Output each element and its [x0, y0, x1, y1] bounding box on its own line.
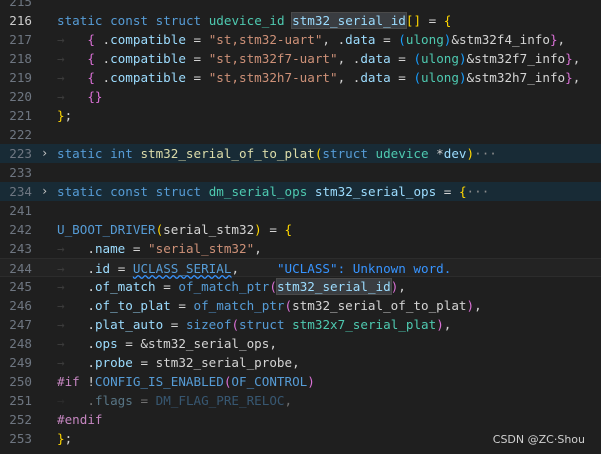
line-number: 251: [9, 393, 32, 408]
line-number: 248: [9, 336, 32, 351]
code-text: → .of_match = of_match_ptr(stm32_serial_…: [57, 278, 406, 295]
line-number: 218: [9, 51, 32, 66]
code-line[interactable]: 250 #if !CONFIG_IS_ENABLED(OF_CONTROL): [0, 372, 601, 391]
code-line[interactable]: 244 → .id = UCLASS_SERIAL, "UCLASS": Unkn…: [0, 258, 601, 277]
code-line[interactable]: 220 → {}: [0, 87, 601, 106]
line-number: 219: [9, 70, 32, 85]
code-text: #endif: [57, 412, 103, 427]
line-number: 253: [9, 431, 32, 446]
code-editor[interactable]: 215 216 static const struct udevice_id stm…: [0, 0, 601, 448]
code-text: static const struct udevice_id stm32_ser…: [57, 12, 452, 29]
code-text: → .flags = DM_FLAG_PRE_RELOC,: [57, 393, 293, 408]
line-number: 215: [9, 0, 32, 9]
line-number: 222: [9, 127, 32, 142]
line-number: 217: [9, 32, 32, 47]
code-text: U_BOOT_DRIVER(serial_stm32) = {: [57, 222, 293, 237]
code-line[interactable]: 222: [0, 125, 601, 144]
code-line[interactable]: 241: [0, 201, 601, 220]
code-line[interactable]: 246 → .of_to_plat = of_match_ptr(stm32_se…: [0, 296, 601, 315]
code-line[interactable]: 218 → { .compatible = "st,stm32f7-uart", …: [0, 49, 601, 68]
fold-chevron-icon[interactable]: ›: [41, 144, 48, 163]
code-line[interactable]: 215: [0, 0, 601, 11]
code-line[interactable]: 251 → .flags = DM_FLAG_PRE_RELOC,: [0, 391, 601, 410]
code-line[interactable]: 245 → .of_match = of_match_ptr(stm32_seri…: [0, 277, 601, 296]
code-text: };: [57, 431, 73, 446]
code-text: };: [57, 108, 73, 123]
code-text: static const struct dm_serial_ops stm32_…: [57, 184, 490, 199]
line-number: 247: [9, 317, 32, 332]
code-line[interactable]: 249 → .probe = stm32_serial_probe,: [0, 353, 601, 372]
line-number: 216: [9, 13, 32, 28]
code-text: #if !CONFIG_IS_ENABLED(OF_CONTROL): [57, 374, 315, 389]
code-line[interactable]: 252 #endif: [0, 410, 601, 429]
code-line[interactable]: 216 static const struct udevice_id stm32_…: [0, 11, 601, 30]
code-line[interactable]: 234 › static const struct dm_serial_ops st…: [0, 182, 601, 201]
line-number: 241: [9, 203, 32, 218]
line-number: 221: [9, 108, 32, 123]
code-line[interactable]: 223 › static int stm32_serial_of_to_plat(s…: [0, 144, 601, 163]
line-number: 252: [9, 412, 32, 427]
line-number: 246: [9, 298, 32, 313]
code-text: → .id = UCLASS_SERIAL, "UCLASS": Unknown…: [57, 261, 452, 276]
code-text: → .plat_auto = sizeof(struct stm32x7_ser…: [57, 317, 452, 332]
watermark: CSDN @ZC·Shou: [492, 433, 585, 446]
line-number: 245: [9, 279, 32, 294]
code-line[interactable]: 243 → .name = "serial_stm32",: [0, 239, 601, 258]
code-text: → {}: [57, 89, 103, 104]
line-number: 243: [9, 241, 32, 256]
code-line[interactable]: 233: [0, 163, 601, 182]
line-number: 233: [9, 165, 32, 180]
line-number: 242: [9, 222, 32, 237]
line-number: 250: [9, 374, 32, 389]
code-text: → { .compatible = "st,stm32h7-uart", .da…: [57, 70, 581, 85]
line-number: 244: [9, 261, 32, 276]
code-line[interactable]: 217 → { .compatible = "st,stm32-uart", .d…: [0, 30, 601, 49]
code-line[interactable]: 247 → .plat_auto = sizeof(struct stm32x7_…: [0, 315, 601, 334]
code-text: → { .compatible = "st,stm32f7-uart", .da…: [57, 51, 581, 66]
code-line[interactable]: 242 U_BOOT_DRIVER(serial_stm32) = {: [0, 220, 601, 239]
line-number: 234: [9, 184, 32, 199]
code-text: → .name = "serial_stm32",: [57, 241, 262, 256]
code-text: → { .compatible = "st,stm32-uart", .data…: [57, 32, 566, 47]
line-number: 249: [9, 355, 32, 370]
code-text: → .ops = &stm32_serial_ops,: [57, 336, 277, 351]
code-line[interactable]: 221};: [0, 106, 601, 125]
code-line[interactable]: 219 → { .compatible = "st,stm32h7-uart", …: [0, 68, 601, 87]
line-number: 220: [9, 89, 32, 104]
fold-chevron-icon[interactable]: ›: [41, 182, 48, 201]
code-text: → .probe = stm32_serial_probe,: [57, 355, 300, 370]
code-text: → .of_to_plat = of_match_ptr(stm32_seria…: [57, 298, 482, 313]
code-line[interactable]: 248 → .ops = &stm32_serial_ops,: [0, 334, 601, 353]
code-text: static int stm32_serial_of_to_plat(struc…: [57, 146, 497, 161]
line-number: 223: [9, 146, 32, 161]
